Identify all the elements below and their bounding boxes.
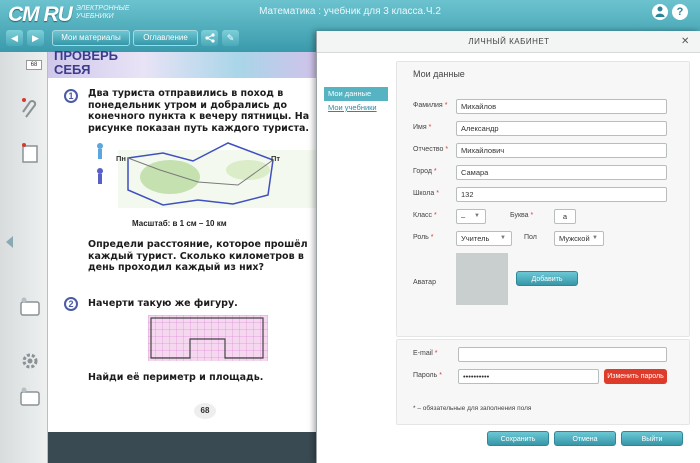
task-2-question: Найди её периметр и площадь. xyxy=(88,372,264,383)
letter-input[interactable]: а xyxy=(554,209,576,224)
grid-figure xyxy=(148,315,268,361)
app-logo: СМ RU xyxy=(8,3,73,26)
city-label: Город * xyxy=(413,168,437,175)
avatar xyxy=(456,253,508,305)
left-sidebar: 68 xyxy=(0,52,48,463)
change-password-button[interactable]: Изменить пароль xyxy=(604,369,667,384)
city-input[interactable]: Самара xyxy=(456,165,667,180)
share-icon[interactable] xyxy=(201,30,218,46)
password-label: Пароль * xyxy=(413,372,442,379)
contents-button[interactable]: Оглавление xyxy=(133,30,198,46)
task-1-text: Два туриста отправились в поход в понеде… xyxy=(88,88,310,134)
note-icon[interactable] xyxy=(18,142,42,164)
route-end-label: Пт xyxy=(271,154,281,163)
role-label: Роль * xyxy=(413,234,434,241)
task-number-1: 1 xyxy=(64,89,78,103)
section-title: Мои данные xyxy=(413,69,465,79)
user-icon[interactable] xyxy=(652,4,668,20)
surname-input[interactable]: Михайлов xyxy=(456,99,667,114)
help-icon[interactable]: ? xyxy=(672,4,688,20)
name-input[interactable]: Александр xyxy=(456,121,667,136)
cancel-button[interactable]: Отмена xyxy=(554,431,616,446)
back-button[interactable]: ◀ xyxy=(6,30,23,46)
dialog-header: ЛИЧНЫЙ КАБИНЕТ ✕ xyxy=(317,31,700,53)
patronymic-label: Отчество * xyxy=(413,146,449,153)
route-illustration xyxy=(97,142,318,208)
task-number-2: 2 xyxy=(64,297,78,311)
tools-icon[interactable]: ✎ xyxy=(222,30,239,46)
task-2-text: Начерти такую же фигуру. xyxy=(88,298,238,309)
settings-gear-icon[interactable] xyxy=(18,350,42,372)
app-logo-subtitle: ЭЛЕКТРОННЫЕ УЧЕБНИКИ xyxy=(76,5,130,20)
surname-label: Фамилия * xyxy=(413,102,448,109)
avatar-label: Аватар xyxy=(413,279,436,286)
school-input[interactable]: 132 xyxy=(456,187,667,202)
logout-button[interactable]: Выйти xyxy=(621,431,683,446)
personal-account-dialog: ЛИЧНЫЙ КАБИНЕТ ✕ Мои данные Мои учебники… xyxy=(316,31,700,463)
save-button[interactable]: Сохранить xyxy=(487,431,549,446)
page-number: 68 xyxy=(194,403,216,419)
forward-button[interactable]: ▶ xyxy=(27,30,44,46)
page-badge: 68 xyxy=(26,60,42,70)
page-header-title: ПРОВЕРЬ СЕБЯ xyxy=(54,48,119,77)
school-label: Школа * xyxy=(413,190,439,197)
tab-my-data[interactable]: Мои данные xyxy=(324,87,388,101)
class-select[interactable]: – ▼ xyxy=(456,209,486,224)
required-note: * – обязательные для заполнения поля xyxy=(413,405,532,412)
gender-select[interactable]: Мужской ▼ xyxy=(554,231,604,246)
task-1-question: Определи расстояние, которое прошёл кажд… xyxy=(88,239,308,273)
tab-my-textbooks[interactable]: Мои учебники xyxy=(324,101,388,115)
gender-label: Пол xyxy=(524,234,537,241)
map-scale: Масштаб: в 1 см – 10 км xyxy=(132,219,227,228)
folder-icon[interactable] xyxy=(18,297,42,319)
password-input[interactable]: •••••••••• xyxy=(458,369,599,384)
collapse-arrow-icon[interactable] xyxy=(4,235,14,254)
close-icon[interactable]: ✕ xyxy=(681,36,689,47)
name-label: Имя * xyxy=(413,124,432,131)
textbook-page: ПРОВЕРЬ СЕБЯ 1 Два туриста отправились в… xyxy=(48,48,320,432)
route-start-label: Пн xyxy=(116,154,126,163)
page-header-banner: ПРОВЕРЬ СЕБЯ xyxy=(48,48,320,78)
paperclip-icon[interactable] xyxy=(18,97,42,119)
role-select[interactable]: Учитель ▼ xyxy=(456,231,512,246)
folder-add-icon[interactable] xyxy=(18,387,42,409)
dialog-title: ЛИЧНЫЙ КАБИНЕТ xyxy=(468,37,550,46)
add-avatar-button[interactable]: Добавить xyxy=(516,271,578,286)
email-label: E-mail * xyxy=(413,350,438,357)
my-materials-button[interactable]: Мои материалы xyxy=(52,30,130,46)
class-label: Класс * xyxy=(413,212,437,219)
patronymic-input[interactable]: Михайлович xyxy=(456,143,667,158)
email-input[interactable] xyxy=(458,347,667,362)
app-title: Математика : учебник для 3 класса.Ч.2 xyxy=(259,6,441,17)
letter-label: Буква * xyxy=(510,212,534,219)
